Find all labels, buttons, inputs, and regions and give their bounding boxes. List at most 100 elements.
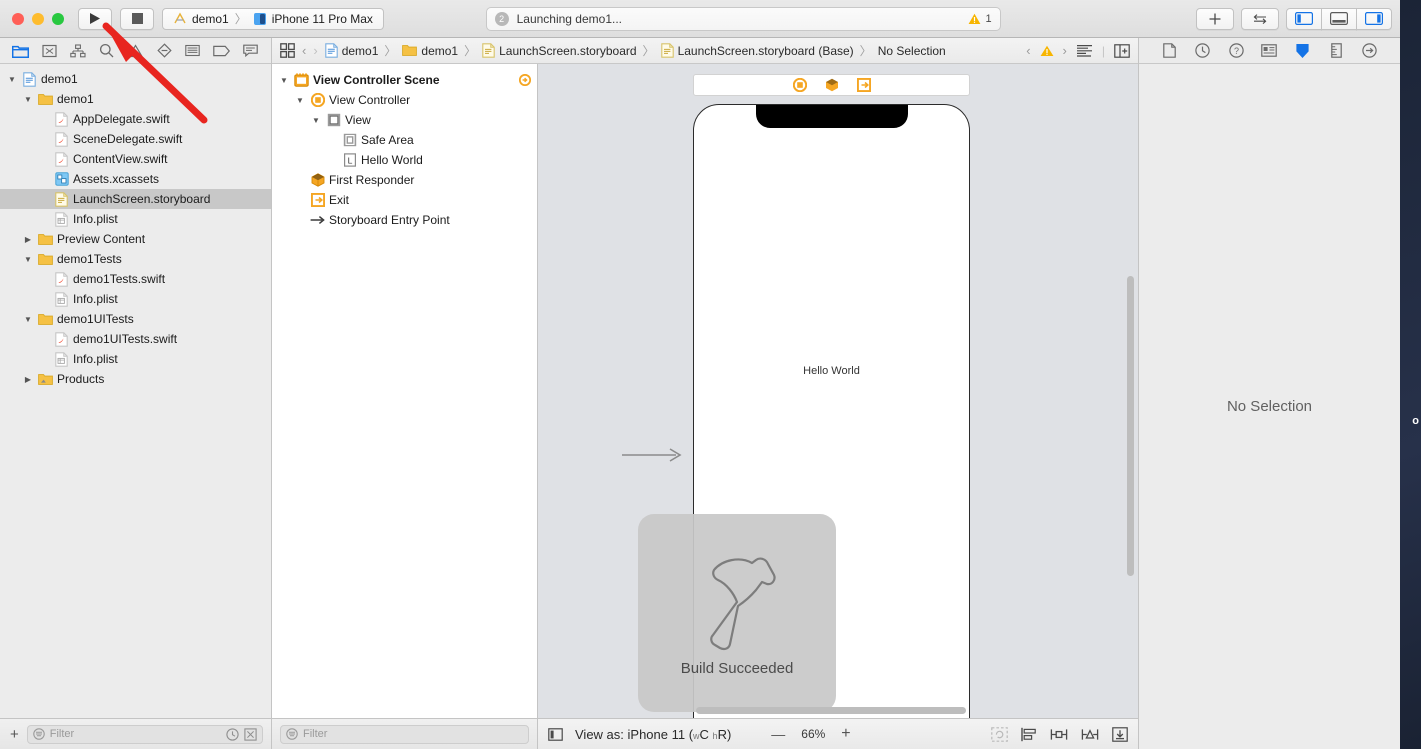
breadcrumb-item[interactable]: No Selection xyxy=(878,44,946,58)
breakpoint-navigator-tab[interactable] xyxy=(211,41,233,61)
outline-filter-input[interactable]: Filter xyxy=(280,724,529,744)
identity-inspector-tab[interactable] xyxy=(1258,41,1280,61)
file-tree-row[interactable]: ▼ demo1Tests xyxy=(0,249,271,269)
activity-status-bar[interactable]: 2 Launching demo1... 1 xyxy=(485,6,1001,31)
breadcrumb-item[interactable]: LaunchScreen.storyboard (Base) xyxy=(660,43,854,58)
scene-entry-badge[interactable] xyxy=(519,74,531,86)
source-control-filter-icon[interactable] xyxy=(244,727,257,741)
breadcrumb[interactable]: demo1 〉 demo1 〉 LaunchScreen.storyboard 〉 Laun… xyxy=(324,42,946,59)
outline-row[interactable]: ▼ View Controller Scene xyxy=(272,70,537,90)
window-controls[interactable] xyxy=(8,12,70,25)
file-tree-row[interactable]: ▶ Preview Content xyxy=(0,229,271,249)
update-frames-icon[interactable] xyxy=(991,726,1008,742)
file-tree-row[interactable]: AppDelegate.swift xyxy=(0,109,271,129)
hello-world-label[interactable]: Hello World xyxy=(694,365,969,377)
outline-row[interactable]: Storyboard Entry Point xyxy=(272,210,537,230)
file-inspector-tab[interactable] xyxy=(1159,41,1181,61)
debug-area-toggle-button[interactable] xyxy=(1321,7,1357,30)
outline-row[interactable]: ▼ View Controller xyxy=(272,90,537,110)
outline-row[interactable]: ▼ View xyxy=(272,110,537,130)
outline-row[interactable]: First Responder xyxy=(272,170,537,190)
outline-row[interactable]: Exit xyxy=(272,190,537,210)
file-tree-row[interactable]: Assets.xcassets xyxy=(0,169,271,189)
breadcrumb-item[interactable]: demo1 xyxy=(324,43,378,58)
disclosure-triangle[interactable]: ▼ xyxy=(6,75,18,84)
exit-icon[interactable] xyxy=(856,78,871,92)
zoom-out-button[interactable]: — xyxy=(771,726,785,742)
stop-button[interactable] xyxy=(120,7,154,30)
next-issue-button[interactable]: › xyxy=(1063,43,1067,58)
swap-editor-button[interactable] xyxy=(1241,7,1279,30)
history-inspector-tab[interactable] xyxy=(1192,41,1214,61)
connections-inspector-tab[interactable] xyxy=(1358,41,1380,61)
embed-in-icon[interactable] xyxy=(1112,726,1128,742)
minimap-icon[interactable] xyxy=(1076,44,1093,57)
breadcrumb-item[interactable]: LaunchScreen.storyboard xyxy=(482,43,637,58)
issue-navigator-tab[interactable] xyxy=(124,41,146,61)
view-as-label[interactable]: View as: iPhone 11 (wC hR) xyxy=(575,727,731,742)
previous-issue-button[interactable]: ‹ xyxy=(1026,43,1030,58)
view-controller-icon[interactable] xyxy=(792,78,807,92)
zoom-in-button[interactable]: + xyxy=(841,725,850,743)
file-tree-row[interactable]: ▼ demo1 xyxy=(0,89,271,109)
project-navigator-tab[interactable] xyxy=(9,41,31,61)
outline-row[interactable]: L Hello World xyxy=(272,150,537,170)
breadcrumb-item[interactable]: demo1 xyxy=(402,44,458,58)
zoom-button[interactable] xyxy=(52,12,64,25)
add-file-button[interactable]: + xyxy=(8,726,21,743)
warning-badge[interactable]: 1 xyxy=(968,13,992,25)
disclosure-triangle[interactable]: ▼ xyxy=(310,116,322,125)
find-navigator-tab[interactable] xyxy=(96,41,118,61)
file-tree-row[interactable]: demo1Tests.swift xyxy=(0,269,271,289)
disclosure-triangle[interactable]: ▼ xyxy=(22,255,34,264)
related-items-icon[interactable] xyxy=(280,43,295,58)
debug-navigator-tab[interactable] xyxy=(182,41,204,61)
scheme-selector[interactable]: demo1 〉 iPhone 11 Pro Max xyxy=(162,7,384,30)
forward-button[interactable]: › xyxy=(313,43,317,58)
add-constraints-icon[interactable] xyxy=(1050,727,1068,742)
symbol-navigator-tab[interactable] xyxy=(67,41,89,61)
document-outline-tree[interactable]: ▼ View Controller Scene ▼ View Controller ▼ V… xyxy=(272,64,537,718)
scene-dock[interactable] xyxy=(693,74,970,96)
inspector-toggle-button[interactable] xyxy=(1356,7,1392,30)
navigator-filter-input[interactable]: Filter xyxy=(26,724,263,744)
run-button[interactable] xyxy=(78,7,112,30)
close-button[interactable] xyxy=(12,12,24,25)
add-editor-button[interactable] xyxy=(1196,7,1234,30)
file-tree-row[interactable]: ▼ demo1 xyxy=(0,69,271,89)
navigator-toggle-button[interactable] xyxy=(1286,7,1322,30)
file-tree-row[interactable]: Info.plist xyxy=(0,209,271,229)
disclosure-triangle[interactable]: ▶ xyxy=(22,375,34,384)
attributes-inspector-tab[interactable] xyxy=(1292,41,1314,61)
canvas-vertical-scrollbar[interactable] xyxy=(1127,276,1134,576)
align-icon[interactable] xyxy=(1021,727,1037,742)
first-responder-icon[interactable] xyxy=(825,78,839,92)
outline-row[interactable]: Safe Area xyxy=(272,130,537,150)
disclosure-triangle[interactable]: ▼ xyxy=(278,76,290,85)
toggle-outline-icon[interactable] xyxy=(548,727,563,741)
file-tree-row[interactable]: ContentView.swift xyxy=(0,149,271,169)
file-tree-row[interactable]: Info.plist xyxy=(0,289,271,309)
report-navigator-tab[interactable] xyxy=(240,41,262,61)
file-tree-row[interactable]: Info.plist xyxy=(0,349,271,369)
back-button[interactable]: ‹ xyxy=(302,43,306,58)
disclosure-triangle[interactable]: ▶ xyxy=(22,235,34,244)
size-inspector-tab[interactable] xyxy=(1325,41,1347,61)
source-control-navigator-tab[interactable] xyxy=(38,41,60,61)
warning-triangle-icon[interactable] xyxy=(1040,45,1054,57)
recent-clock-icon[interactable] xyxy=(226,727,239,741)
disclosure-triangle[interactable]: ▼ xyxy=(22,95,34,104)
file-tree-row[interactable]: ▶ Products xyxy=(0,369,271,389)
quick-help-inspector-tab[interactable]: ? xyxy=(1225,41,1247,61)
test-navigator-tab[interactable] xyxy=(153,41,175,61)
project-file-tree[interactable]: ▼ demo1 ▼ demo1 AppDelegate.swift SceneDelega… xyxy=(0,64,271,718)
storyboard-canvas[interactable]: Hello World Build Succeeded xyxy=(538,64,1138,718)
minimize-button[interactable] xyxy=(32,12,44,25)
disclosure-triangle[interactable]: ▼ xyxy=(294,96,306,105)
disclosure-triangle[interactable]: ▼ xyxy=(22,315,34,324)
file-tree-row[interactable]: demo1UITests.swift xyxy=(0,329,271,349)
file-tree-row[interactable]: SceneDelegate.swift xyxy=(0,129,271,149)
file-tree-row[interactable]: LaunchScreen.storyboard xyxy=(0,189,271,209)
add-assistant-editor-icon[interactable] xyxy=(1114,43,1130,58)
canvas-horizontal-scrollbar[interactable] xyxy=(696,707,966,714)
